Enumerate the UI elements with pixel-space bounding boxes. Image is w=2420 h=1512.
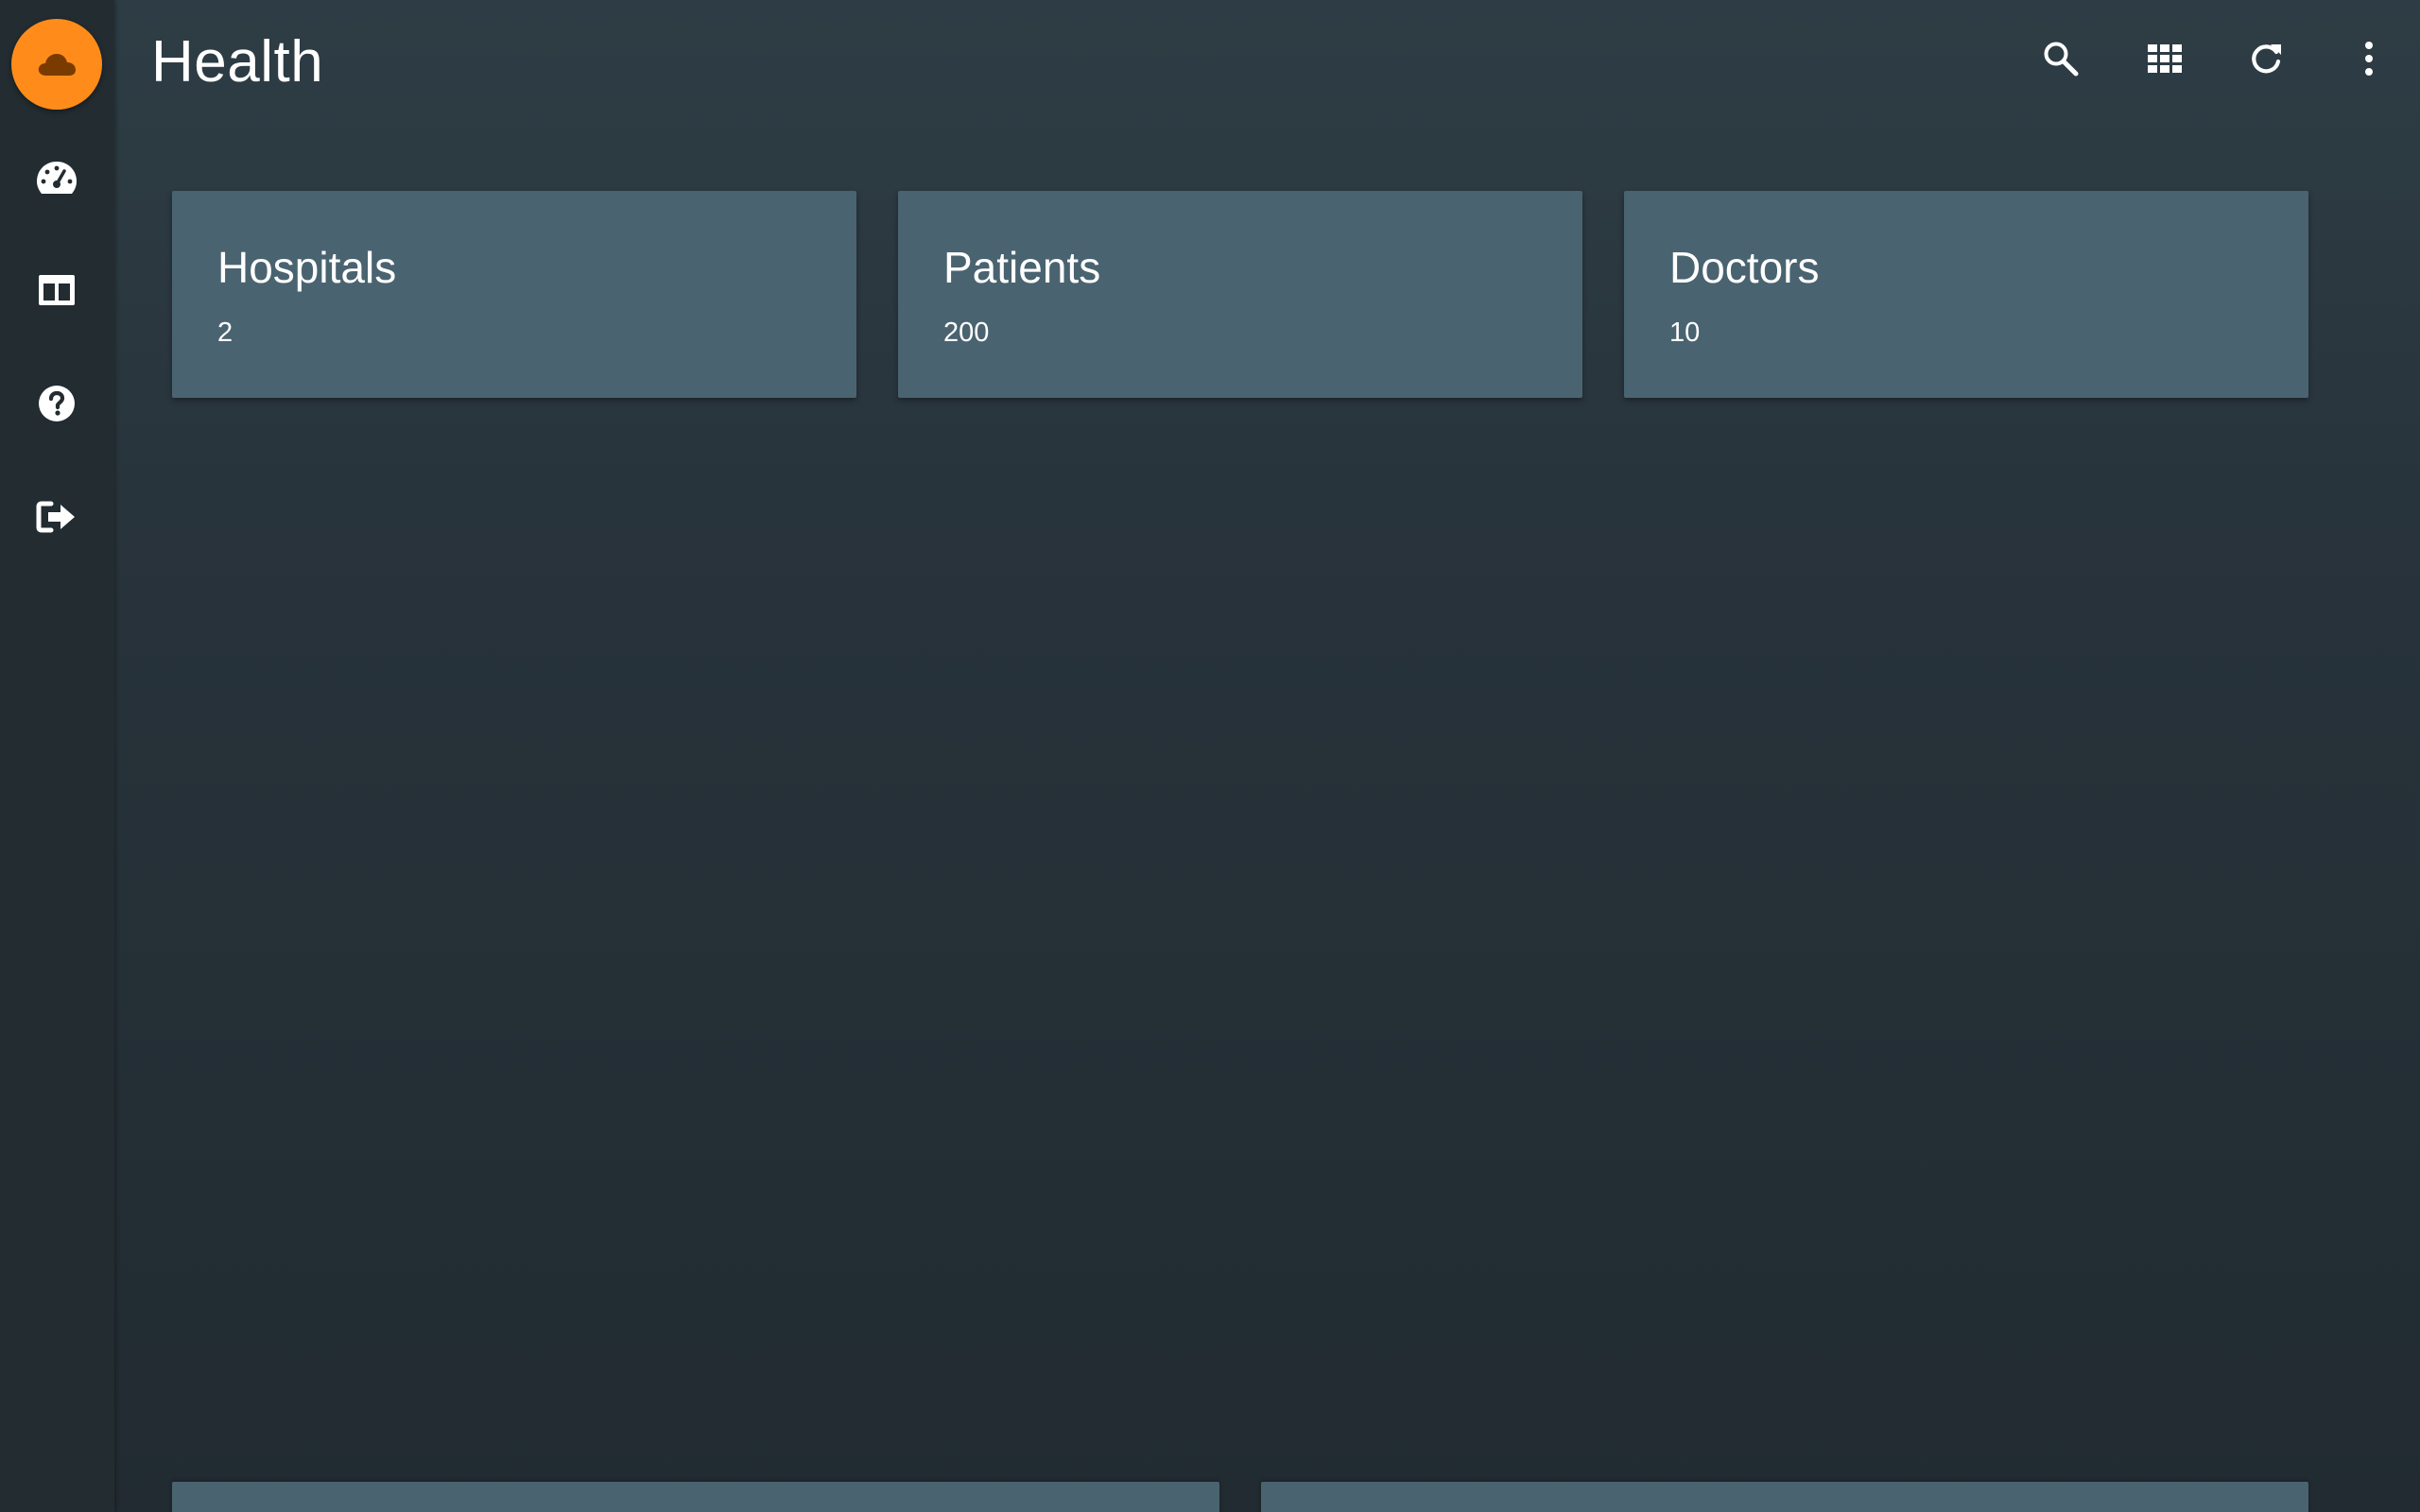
sidebar-item-help[interactable] (25, 371, 89, 436)
layout-columns-icon (39, 275, 75, 305)
bottom-card-left[interactable] (172, 1482, 1219, 1512)
sidebar-item-logout[interactable] (25, 485, 89, 549)
card-value: 200 (943, 318, 990, 348)
help-icon (39, 386, 75, 421)
bottom-card-right[interactable] (1261, 1482, 2308, 1512)
card-patients[interactable]: Patients 200 (898, 191, 1582, 398)
sidebar-item-dashboard[interactable] (25, 146, 89, 210)
refresh-button[interactable] (2236, 28, 2296, 89)
card-title: Hospitals (217, 243, 397, 292)
more-options-button[interactable] (2339, 28, 2399, 89)
card-value: 2 (217, 318, 233, 348)
cloud-icon (38, 54, 76, 76)
card-title: Doctors (1669, 243, 1820, 292)
search-button[interactable] (2031, 28, 2091, 89)
card-value: 10 (1669, 318, 1701, 348)
refresh-icon (2252, 44, 2281, 74)
sidebar (0, 0, 114, 1512)
card-hospitals[interactable]: Hospitals 2 (172, 191, 856, 398)
app-logo-button[interactable] (11, 19, 102, 110)
logout-icon (36, 501, 75, 533)
more-vert-icon (2365, 42, 2373, 76)
card-title: Patients (943, 243, 1101, 292)
dashboard-gauge-icon (37, 162, 77, 194)
search-icon (2044, 42, 2079, 77)
sidebar-item-layout[interactable] (25, 258, 89, 322)
card-doctors[interactable]: Doctors 10 (1624, 191, 2308, 398)
page-title: Health (151, 29, 324, 94)
app-root: Health Hospitals 2 Patients 200 Doctors … (0, 0, 2420, 1512)
apps-grid-button[interactable] (2135, 28, 2195, 89)
grid-apps-icon (2148, 44, 2182, 73)
